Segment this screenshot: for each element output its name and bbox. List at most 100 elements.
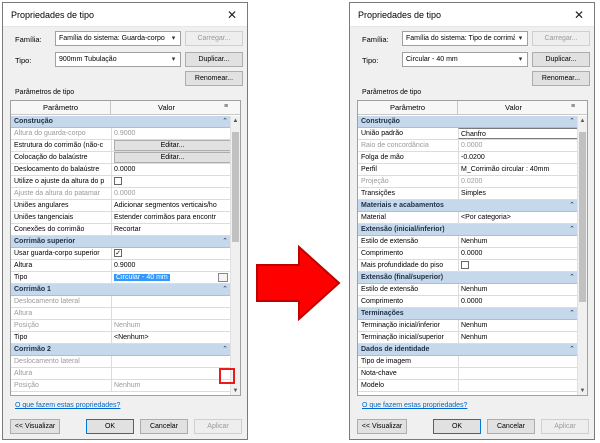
collapse-icon[interactable]: ⌃ xyxy=(222,344,228,355)
param-value[interactable]: Editar... xyxy=(111,152,231,163)
familia-combo[interactable]: Família do sistema: Tipo de corrimão s ▾ xyxy=(402,31,528,46)
scroll-up-icon[interactable]: ▲ xyxy=(231,116,240,126)
table-row[interactable]: Estilo de extensão Nenhum xyxy=(358,284,578,296)
close-icon[interactable]: ✕ xyxy=(223,6,241,24)
scroll-thumb[interactable] xyxy=(232,132,239,242)
param-value[interactable]: Nenhum xyxy=(458,236,578,247)
param-value[interactable] xyxy=(111,356,231,367)
edit-button[interactable]: Editar... xyxy=(114,152,231,163)
param-value[interactable]: Adicionar segmentos verticais/ho xyxy=(111,200,231,211)
collapse-icon[interactable]: ⌃ xyxy=(222,116,228,127)
table-row[interactable]: Altura xyxy=(11,308,231,320)
table-row[interactable]: Altura 0.9000 xyxy=(11,260,231,272)
grid-section-header[interactable]: Corrimão superior ⌃ xyxy=(11,236,231,248)
carregar-button[interactable]: Carregar... xyxy=(532,31,590,46)
tipo-combo[interactable]: 900mm Tubulação ▾ xyxy=(55,52,181,67)
grid-section-header[interactable]: Corrimão 1 ⌃ xyxy=(11,284,231,296)
aplicar-button[interactable]: Aplicar xyxy=(194,419,242,434)
close-icon[interactable]: ✕ xyxy=(570,6,588,24)
grid-section-header[interactable]: Corrimão 2 ⌃ xyxy=(11,344,231,356)
checkbox[interactable] xyxy=(461,261,469,269)
param-value[interactable]: 0.0200 xyxy=(458,176,578,187)
table-row[interactable]: Transições Simples xyxy=(358,188,578,200)
help-link[interactable]: O que fazem estas propriedades? xyxy=(15,402,120,409)
param-value[interactable]: Recortar xyxy=(111,224,231,235)
table-row[interactable]: Posição Nenhum xyxy=(11,380,231,392)
table-row[interactable]: Mais profundidade do piso xyxy=(358,260,578,272)
table-row[interactable]: Material <Por categoria> xyxy=(358,212,578,224)
table-row[interactable]: Posição Nenhum xyxy=(11,320,231,332)
renomear-button[interactable]: Renomear... xyxy=(532,71,590,86)
table-row[interactable]: Deslocamento do balaústre 0.0000 xyxy=(11,164,231,176)
collapse-icon[interactable]: ⌃ xyxy=(569,224,575,235)
param-value[interactable]: Nenhum xyxy=(458,332,578,343)
edit-button[interactable]: Editar... xyxy=(114,140,231,151)
param-value[interactable] xyxy=(458,368,578,379)
table-row[interactable]: Raio de concordância 0.0000 xyxy=(358,140,578,152)
param-value[interactable] xyxy=(111,308,231,319)
param-value[interactable]: M_Corrimão circular : 40mm xyxy=(458,164,578,175)
table-row[interactable]: Comprimento 0.0000 xyxy=(358,296,578,308)
duplicar-button[interactable]: Duplicar... xyxy=(185,52,243,67)
param-value[interactable]: <Nenhum> xyxy=(111,332,231,343)
param-value[interactable] xyxy=(458,356,578,367)
table-row[interactable]: Altura do guarda-corpo 0.9000 xyxy=(11,128,231,140)
cancelar-button[interactable]: Cancelar xyxy=(140,419,188,434)
param-value[interactable] xyxy=(458,260,578,271)
checkbox[interactable] xyxy=(114,177,122,185)
param-value[interactable]: 0.0000 xyxy=(458,296,578,307)
table-row[interactable]: Modelo xyxy=(358,380,578,392)
table-row[interactable]: Conexões do corrimão Recortar xyxy=(11,224,231,236)
table-row[interactable]: Uniões angulares Adicionar segmentos vert… xyxy=(11,200,231,212)
grid-section-header[interactable]: Extensão (final/superior) ⌃ xyxy=(358,272,578,284)
help-link[interactable]: O que fazem estas propriedades? xyxy=(362,402,467,409)
visualizar-button[interactable]: << Visualizar xyxy=(357,419,407,434)
table-row[interactable]: Altura xyxy=(11,368,231,380)
sort-icon[interactable]: ≡ xyxy=(222,101,230,114)
visualizar-button[interactable]: << Visualizar xyxy=(10,419,60,434)
collapse-icon[interactable]: ⌃ xyxy=(222,284,228,295)
vertical-scrollbar[interactable]: ▲ ▼ xyxy=(230,116,240,395)
table-row[interactable]: Deslocamento lateral xyxy=(11,296,231,308)
param-value[interactable] xyxy=(111,368,231,379)
param-value[interactable] xyxy=(111,296,231,307)
table-row[interactable]: Utilize o ajuste da altura do p xyxy=(11,176,231,188)
browse-button[interactable] xyxy=(218,273,228,282)
scroll-down-icon[interactable]: ▼ xyxy=(231,386,240,395)
param-value[interactable]: 0.9000 xyxy=(111,260,231,271)
param-value[interactable] xyxy=(111,176,231,187)
param-value[interactable]: ✓ xyxy=(111,248,231,259)
duplicar-button[interactable]: Duplicar... xyxy=(532,52,590,67)
collapse-icon[interactable]: ⌃ xyxy=(569,272,575,283)
familia-combo[interactable]: Família do sistema: Guarda-corpo ▾ xyxy=(55,31,181,46)
table-row[interactable]: Comprimento 0.0000 xyxy=(358,248,578,260)
param-value[interactable]: Nenhum xyxy=(111,380,231,391)
tipo-combo[interactable]: Circular - 40 mm ▾ xyxy=(402,52,528,67)
cancelar-button[interactable]: Cancelar xyxy=(487,419,535,434)
table-row[interactable]: Estrutura do corrimão (não-c Editar... xyxy=(11,140,231,152)
table-row[interactable]: Tipo Circular - 40 mm xyxy=(11,272,231,284)
grid-section-header[interactable]: Construção ⌃ xyxy=(11,116,231,128)
renomear-button[interactable]: Renomear... xyxy=(185,71,243,86)
param-value[interactable] xyxy=(458,380,578,391)
param-value[interactable]: 0.0000 xyxy=(458,248,578,259)
table-row[interactable]: União padrão Chanfro xyxy=(358,128,578,140)
ok-button[interactable]: OK xyxy=(86,419,134,434)
param-value[interactable]: Circular - 40 mm xyxy=(111,272,231,283)
param-value[interactable]: Nenhum xyxy=(458,320,578,331)
table-row[interactable]: Tipo de imagem xyxy=(358,356,578,368)
table-row[interactable]: Colocação do balaústre Editar... xyxy=(11,152,231,164)
param-value[interactable]: 0.0000 xyxy=(111,164,231,175)
grid-section-header[interactable]: Extensão (inicial/inferior) ⌃ xyxy=(358,224,578,236)
param-value[interactable]: Nenhum xyxy=(111,320,231,331)
param-value[interactable]: Chanfro xyxy=(458,128,578,139)
table-row[interactable]: Terminação inicial/superior Nenhum xyxy=(358,332,578,344)
ok-button[interactable]: OK xyxy=(433,419,481,434)
scroll-thumb[interactable] xyxy=(579,132,586,302)
grid-section-header[interactable]: Dados de identidade ⌃ xyxy=(358,344,578,356)
table-row[interactable]: Terminação inicial/inferior Nenhum xyxy=(358,320,578,332)
param-value[interactable]: Nenhum xyxy=(458,284,578,295)
collapse-icon[interactable]: ⌃ xyxy=(569,344,575,355)
scroll-down-icon[interactable]: ▼ xyxy=(578,386,587,395)
collapse-icon[interactable]: ⌃ xyxy=(222,236,228,247)
